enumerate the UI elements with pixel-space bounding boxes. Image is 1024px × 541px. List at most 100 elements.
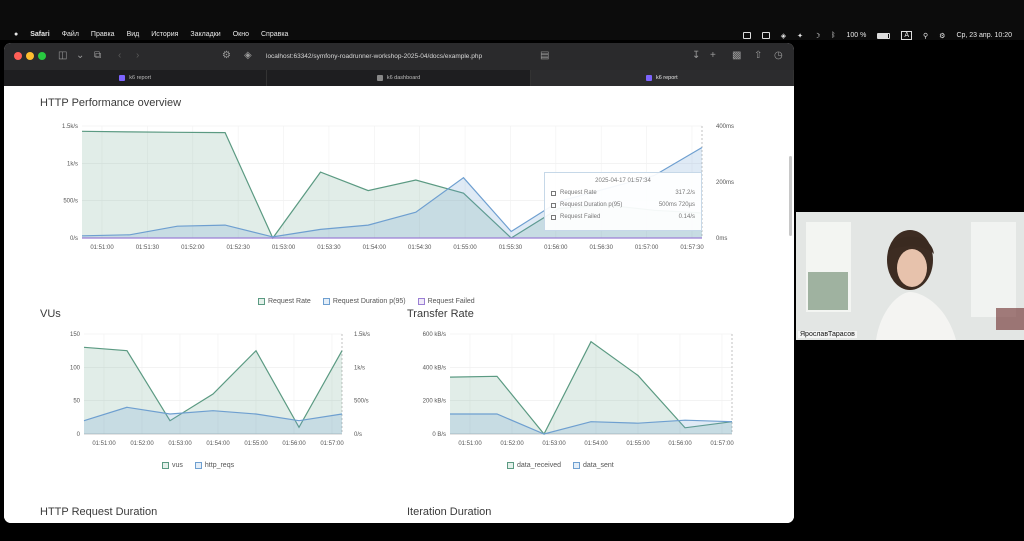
tooltip-swatch [551, 190, 556, 196]
http-request-duration-title: HTTP Request Duration [40, 506, 158, 518]
battery-icon[interactable] [877, 32, 891, 39]
legend-data-received[interactable]: data_received [507, 462, 561, 469]
input-source-label[interactable]: A [901, 31, 913, 40]
x-tick-label: 01:53:30 [317, 245, 341, 251]
menu-safari[interactable]: Safari [30, 31, 49, 38]
legend-vus[interactable]: vus [162, 462, 183, 469]
iteration-duration-title: Iteration Duration [407, 506, 492, 518]
legend-label: data_received [517, 462, 561, 469]
y-tick-label: 600 kB/s [423, 332, 446, 338]
legend-http-reqs[interactable]: http_reqs [194, 462, 234, 469]
tab-k6-dashboard[interactable]: k6 dashboard [267, 70, 531, 86]
vus-chart[interactable]: 0 50 100 150 0/s 500/s 1k/s 1.5k/s 01:51:00 01:52… [14, 322, 374, 452]
x-tick-label: 01:52:00 [500, 441, 524, 447]
tab-overview-icon[interactable]: ⧉ [94, 50, 101, 62]
menu-help[interactable]: Справка [261, 31, 288, 38]
tab-bar: k6 report k6 dashboard k6 report [4, 70, 794, 86]
battery-label[interactable]: 100 % [846, 32, 866, 39]
reader-icon[interactable]: ▤ [540, 50, 549, 62]
x-tick-label: 01:51:00 [90, 245, 114, 251]
transfer-legend: data_received data_sent [507, 462, 614, 469]
control-center-icon[interactable]: ⚙ [939, 32, 945, 40]
share-icon[interactable]: ⇧ [754, 50, 762, 62]
shield-icon[interactable]: ◈ [244, 50, 252, 62]
k6-favicon-icon [119, 74, 126, 81]
page-scrollbar[interactable] [789, 156, 792, 236]
legend-data-sent[interactable]: data_sent [572, 462, 614, 469]
x-tick-label: 01:55:00 [244, 441, 268, 447]
menu-view[interactable]: Вид [127, 31, 140, 38]
y-tick-label: 0 [77, 432, 81, 438]
legend-request-duration[interactable]: Request Duration p(95) [322, 298, 406, 305]
x-tick-label: 01:55:00 [453, 245, 477, 251]
webcam-scene [796, 212, 1024, 340]
tab-k6-report-1[interactable]: k6 report [4, 70, 268, 86]
status-icon-2[interactable] [761, 32, 770, 39]
close-window-button[interactable] [14, 52, 22, 60]
tooltip-value: 500ms 720µs [658, 202, 695, 208]
y-right-tick-label: 200ms [716, 180, 734, 186]
sidebar-toggle-icon[interactable]: ◫ [58, 50, 67, 62]
apple-icon[interactable]: ● [14, 31, 18, 38]
address-bar[interactable]: localhost:63342/symfony-roadrunner-works… [266, 50, 534, 64]
x-tick-label: 01:56:30 [590, 245, 614, 251]
privacy-report-icon[interactable]: ⚙ [222, 50, 231, 62]
chevron-down-icon[interactable]: ⌄ [76, 50, 84, 62]
search-icon[interactable]: ⚲ [923, 32, 928, 40]
http-performance-legend: Request Rate Request Duration p(95) Requ… [258, 298, 475, 305]
x-tick-label: 01:52:30 [226, 245, 250, 251]
extension-icon[interactable]: ▩ [732, 50, 741, 62]
x-tick-label: 01:51:00 [92, 441, 116, 447]
status-icon-3[interactable]: ✦ [797, 32, 803, 40]
legend-label: Request Failed [427, 298, 475, 305]
new-tab-icon[interactable]: + [710, 50, 716, 62]
menu-bookmarks[interactable]: Закладки [190, 31, 220, 38]
webcam-video: ЯрославТарасов [796, 212, 1024, 340]
tab-label: k6 report [655, 75, 678, 81]
tooltip-swatch [551, 202, 556, 208]
forward-icon[interactable]: › [136, 50, 139, 62]
y-tick-label: 0/s [70, 236, 78, 242]
k6-report-page: HTTP Performance overview 0/s 500/s 1k/s 1.… [4, 86, 794, 523]
datetime[interactable]: Ср, 23 апр. 10:20 [956, 32, 1012, 39]
menubar-right: ◈ ✦ ☽ ᛒ 100 % A ⚲ ⚙ Ср, 23 апр. 10:20 [742, 31, 1012, 40]
tooltip-label: Request Duration p(95) [560, 202, 623, 208]
x-tick-label: 01:53:00 [168, 441, 192, 447]
shield-icon[interactable]: ◈ [781, 32, 786, 40]
minimize-window-button[interactable] [26, 52, 34, 60]
back-icon[interactable]: ‹ [118, 50, 121, 62]
legend-swatch [162, 462, 169, 469]
history-icon[interactable]: ◷ [774, 50, 783, 62]
menu-edit[interactable]: Правка [91, 31, 115, 38]
legend-request-rate[interactable]: Request Rate [258, 298, 311, 305]
legend-request-failed[interactable]: Request Failed [417, 298, 475, 305]
tooltip-row-request-failed: Request Failed 0.14/s [551, 214, 695, 220]
status-icon-1[interactable] [742, 32, 751, 39]
y-tick-label: 50 [73, 399, 80, 405]
tab-k6-report-2[interactable]: k6 report [530, 70, 794, 86]
y-tick-label: 200 kB/s [423, 399, 446, 405]
menu-history[interactable]: История [151, 31, 178, 38]
zoom-window-button[interactable] [38, 52, 46, 60]
download-icon[interactable]: ↧ [692, 50, 700, 62]
menu-file[interactable]: Файл [62, 31, 79, 38]
y-right-tick-label: 400ms [716, 124, 734, 130]
menu-window[interactable]: Окно [233, 31, 249, 38]
tab-label: k6 dashboard [386, 75, 421, 81]
y-tick-label: 150 [70, 332, 81, 338]
menubar-left: ● Safari Файл Правка Вид История Закладк… [14, 31, 288, 38]
tooltip-label: Request Rate [560, 190, 597, 196]
x-tick-label: 01:54:30 [408, 245, 432, 251]
legend-swatch [572, 462, 580, 469]
moon-icon[interactable]: ☽ [814, 32, 820, 40]
x-tick-label: 01:51:30 [136, 245, 160, 251]
y-tick-label: 100 [70, 365, 81, 371]
safari-window: ◫ ⌄ ⧉ ‹ › ⚙ ◈ localhost:63342/symfony-ro… [4, 43, 794, 523]
x-tick-label: 01:54:00 [363, 245, 387, 251]
transfer-rate-chart[interactable]: 0 B/s 200 kB/s 400 kB/s 600 kB/s 01:51:00 01:… [394, 322, 774, 452]
y-right-tick-label: 0ms [716, 236, 727, 242]
browser-toolbar: ◫ ⌄ ⧉ ‹ › ⚙ ◈ localhost:63342/symfony-ro… [4, 43, 794, 70]
x-tick-label: 01:53:00 [272, 245, 296, 251]
bluetooth-icon[interactable]: ᛒ [831, 32, 835, 39]
legend-label: Request Rate [268, 298, 311, 305]
